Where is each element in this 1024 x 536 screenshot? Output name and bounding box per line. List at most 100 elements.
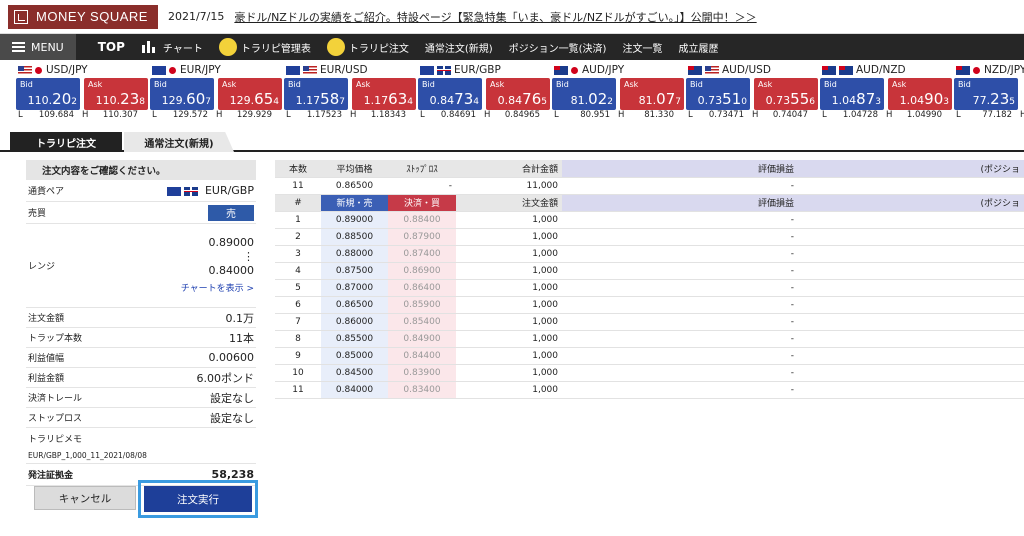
bid-price: 0.73510 <box>698 90 747 108</box>
bid-price: 129.607 <box>162 90 211 108</box>
nav-top-label: TOP <box>97 40 125 54</box>
table-row: 8 0.85500 0.84900 1,000- <box>275 330 1024 348</box>
col-total-amount: 合計金額 <box>456 160 562 178</box>
low-value: 1.17523 <box>306 110 342 120</box>
nav-normal-order-label: 通常注文(新規) <box>424 43 493 55</box>
summary-pl: - <box>562 177 800 195</box>
confirm-row-value: 設定なし <box>210 411 254 425</box>
rate-tile[interactable]: EUR/GBP Bid 0.84734 Ask 0.84765 L 0.84691 H 0.84… <box>402 62 550 124</box>
row-new-sell: 0.86500 <box>321 296 388 314</box>
high-low: L 77.182 H <box>956 110 1024 120</box>
money-square-logo[interactable]: MONEY SQUARE <box>8 4 158 29</box>
nav-normal-order[interactable]: 通常注文(新規) <box>425 40 493 55</box>
rate-pair-label: EUR/JPY <box>180 64 221 76</box>
nav-orders[interactable]: 注文一覧 <box>622 40 662 55</box>
tab-normal-order[interactable]: 通常注文(新規) <box>124 132 234 152</box>
rate-tile[interactable]: NZD/JPY Bid 77.235 L 77.182 H <box>938 62 1024 124</box>
execute-button-focus: 注文実行 <box>138 480 258 518</box>
low-label: L <box>18 110 23 120</box>
col-index: # <box>275 194 321 212</box>
row-pl: - <box>562 347 800 365</box>
bid-label: Bid <box>154 80 167 89</box>
nav-orders-label: 注文一覧 <box>622 43 663 55</box>
rate-tile[interactable]: AUD/USD Bid 0.73510 Ask 0.73556 L 0.73471 H 0.74… <box>670 62 818 124</box>
bid-button[interactable]: Bid 77.235 <box>954 78 1018 110</box>
execute-order-button[interactable]: 注文実行 <box>144 486 252 512</box>
rate-tile[interactable]: EUR/USD Bid 1.17587 Ask 1.17634 L 1.17523 H 1.18… <box>268 62 416 124</box>
menu-button[interactable]: MENU <box>0 34 76 60</box>
rate-tile[interactable]: USD/JPY Bid 110.202 Ask 110.238 L 109.684 H 110.… <box>0 62 148 124</box>
bid-button[interactable]: Bid 0.84734 <box>418 78 482 110</box>
au-flag-icon <box>688 65 702 75</box>
side-row: 売買 売 <box>26 202 256 224</box>
row-order-amount: 1,000 <box>456 228 562 246</box>
detail-header-row: # 新規・売 決済・買 注文金額 評価損益 (ポジショ <box>275 194 1024 212</box>
tab-trap-order[interactable]: トラリピ注文 <box>10 132 122 152</box>
nav-history[interactable]: 成立履歴 <box>678 40 718 55</box>
bid-button[interactable]: Bid 0.73510 <box>686 78 750 110</box>
bid-button[interactable]: Bid 110.202 <box>16 78 80 110</box>
jp-flag-icon <box>35 66 42 74</box>
row-close-buy: 0.83900 <box>388 364 456 382</box>
character-icon <box>326 38 345 56</box>
high-label: H <box>752 110 759 120</box>
low-value: 0.73471 <box>708 110 744 120</box>
rate-tile[interactable]: AUD/NZD Bid 1.04873 Ask 1.04903 L 1.04728 H 1.04… <box>804 62 952 124</box>
row-order-amount: 1,000 <box>456 364 562 382</box>
rate-pair: AUD/NZD <box>804 62 936 78</box>
bid-button[interactable]: Bid 81.022 <box>552 78 616 110</box>
row-position <box>800 364 1024 382</box>
row-order-amount: 1,000 <box>456 330 562 348</box>
bid-price-prefix: 0.84 <box>429 94 455 107</box>
col-close-buy: 決済・買 <box>388 194 456 212</box>
row-index: 11 <box>275 381 321 399</box>
bid-button[interactable]: Bid 1.04873 <box>820 78 884 110</box>
rate-pair-label: USD/JPY <box>46 64 88 76</box>
nav-chart[interactable]: チャート <box>141 39 203 55</box>
bid-price-fraction: 2 <box>71 97 77 107</box>
bid-label: Bid <box>288 80 301 89</box>
low-value: 129.572 <box>172 110 208 120</box>
nav-positions[interactable]: ポジション一覧(決済) <box>509 40 607 55</box>
row-position <box>800 347 1024 365</box>
row-index: 2 <box>275 228 321 246</box>
table-row: 5 0.87000 0.86400 1,000- <box>275 279 1024 297</box>
confirm-row: 決済トレール 設定なし <box>26 388 256 408</box>
bid-button[interactable]: Bid 129.607 <box>150 78 214 110</box>
bid-price-prefix: 77. <box>972 94 991 107</box>
row-order-amount: 1,000 <box>456 245 562 263</box>
summary-stop: - <box>388 177 456 195</box>
rate-pair: EUR/GBP <box>402 62 534 78</box>
rate-pair-label: EUR/USD <box>320 64 368 76</box>
show-chart-link[interactable]: チャートを表示 > <box>181 282 254 296</box>
bid-price-fraction: 0 <box>741 97 747 107</box>
nav-trap-sheet[interactable]: トラリピ管理表 <box>218 38 311 56</box>
row-close-buy: 0.84400 <box>388 347 456 365</box>
rate-pair-label: EUR/GBP <box>454 64 501 76</box>
nav-trap-order[interactable]: トラリピ注文 <box>326 38 409 56</box>
nav-chart-label: チャート <box>162 43 203 55</box>
rate-tile[interactable]: EUR/JPY Bid 129.607 Ask 129.654 L 129.572 H 129.… <box>134 62 282 124</box>
cancel-button[interactable]: キャンセル <box>34 486 136 510</box>
col-avg-price: 平均価格 <box>321 160 388 178</box>
nav-top[interactable]: TOP <box>98 40 125 54</box>
low-label: L <box>152 110 157 120</box>
row-index: 6 <box>275 296 321 314</box>
bid-button[interactable]: Bid 1.17587 <box>284 78 348 110</box>
row-new-sell: 0.84500 <box>321 364 388 382</box>
confirm-detail-rows: 注文金額 0.1万 トラップ本数 11本 利益値幅 0.00600 利益金額 6.00ポンド決… <box>26 308 256 428</box>
news-link[interactable]: 豪ドル/NZドルの実績をご紹介。特設ページ【緊急特集「いま、豪ドル/NZドルがす… <box>234 9 756 25</box>
bid-price-pips: 60 <box>186 90 206 108</box>
bid-price: 1.04873 <box>832 90 881 108</box>
rate-pair: NZD/JPY <box>938 62 1024 78</box>
pair-value: EUR/GBP <box>204 184 254 197</box>
rate-tile[interactable]: AUD/JPY Bid 81.022 Ask 81.077 L 80.951 H 81.330 <box>536 62 684 124</box>
bid-price-fraction: 7 <box>339 97 345 107</box>
row-pl: - <box>562 296 800 314</box>
bid-price-prefix: 1.17 <box>295 94 321 107</box>
order-preview-table: 本数 平均価格 ｽﾄｯﾌﾟﾛｽ 合計金額 評価損益 (ポジショ 11 0.865… <box>275 160 1024 399</box>
row-new-sell: 0.88500 <box>321 228 388 246</box>
row-order-amount: 1,000 <box>456 347 562 365</box>
table-row: 9 0.85000 0.84400 1,000- <box>275 347 1024 365</box>
high-low: L 1.04728 H 1.04990 <box>822 110 952 120</box>
